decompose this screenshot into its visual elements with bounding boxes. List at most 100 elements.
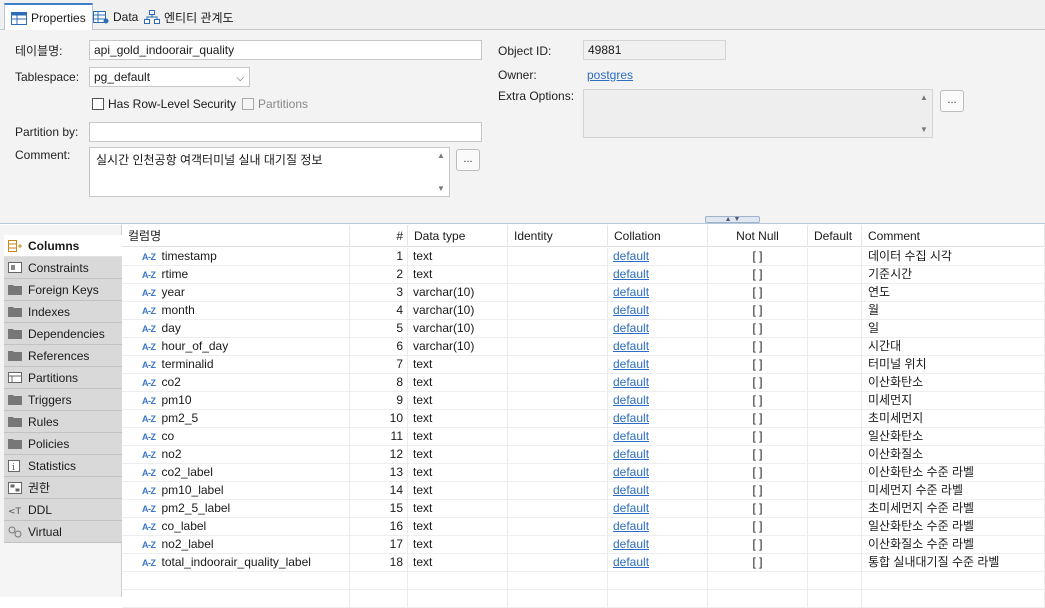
cell-identity[interactable] — [508, 284, 608, 302]
header-col-collation[interactable]: Collation — [608, 225, 708, 247]
cell-not-null[interactable]: [ ] — [708, 446, 808, 464]
cell-collation[interactable] — [608, 572, 708, 590]
cell-data-type[interactable]: varchar(10) — [408, 284, 508, 302]
cell-collation[interactable]: default — [608, 284, 708, 302]
cell-default[interactable] — [808, 320, 862, 338]
cell-identity[interactable] — [508, 392, 608, 410]
sidebar-item-권한[interactable]: 권한 — [4, 477, 122, 499]
cell-num[interactable]: 5 — [350, 320, 408, 338]
scroll-down-icon[interactable]: ▼ — [917, 125, 931, 134]
cell-num[interactable]: 9 — [350, 392, 408, 410]
cell-comment[interactable]: 이산화탄소 — [862, 374, 1045, 392]
cell-identity[interactable] — [508, 320, 608, 338]
cell-data-type[interactable] — [408, 572, 508, 590]
cell-num[interactable]: 12 — [350, 446, 408, 464]
cell-not-null[interactable] — [708, 590, 808, 608]
cell-name[interactable]: A-Z hour_of_day — [122, 338, 350, 356]
header-col-data-type[interactable]: Data type — [408, 225, 508, 247]
cell-not-null[interactable]: [ ] — [708, 392, 808, 410]
table-row[interactable]: A-Z no2_label 17 text default [ ] 이산화질소 수준 라벨 — [122, 536, 1045, 554]
sidebar-item-virtual[interactable]: Virtual — [4, 521, 122, 543]
cell-not-null[interactable]: [ ] — [708, 518, 808, 536]
cell-collation[interactable]: default — [608, 428, 708, 446]
cell-comment[interactable]: 일 — [862, 320, 1045, 338]
cell-default[interactable] — [808, 464, 862, 482]
tab-properties[interactable]: Properties — [4, 3, 93, 31]
cell-collation[interactable]: default — [608, 320, 708, 338]
cell-data-type[interactable]: text — [408, 356, 508, 374]
extra-options-textarea[interactable]: ▲ ▼ — [583, 89, 933, 138]
table-row[interactable]: A-Z total_indoorair_quality_label 18 text de… — [122, 554, 1045, 572]
cell-not-null[interactable]: [ ] — [708, 500, 808, 518]
cell-default[interactable] — [808, 392, 862, 410]
cell-comment[interactable]: 일산화탄소 수준 라벨 — [862, 518, 1045, 536]
cell-name[interactable] — [122, 590, 350, 608]
cell-data-type[interactable]: text — [408, 482, 508, 500]
cell-default[interactable] — [808, 482, 862, 500]
cell-default[interactable] — [808, 518, 862, 536]
cell-not-null[interactable]: [ ] — [708, 554, 808, 572]
cell-name[interactable]: A-Z rtime — [122, 266, 350, 284]
cell-default[interactable] — [808, 536, 862, 554]
owner-link[interactable]: postgres — [587, 68, 633, 82]
table-row[interactable]: A-Z month 4 varchar(10) default [ ] 월 — [122, 302, 1045, 320]
cell-comment[interactable]: 연도 — [862, 284, 1045, 302]
cell-collation[interactable]: default — [608, 248, 708, 266]
table-row[interactable]: A-Z co_label 16 text default [ ] 일산화탄소 수준 라벨 — [122, 518, 1045, 536]
table-row[interactable]: A-Z rtime 2 text default [ ] 기준시간 — [122, 266, 1045, 284]
cell-not-null[interactable]: [ ] — [708, 338, 808, 356]
collation-link[interactable]: default — [613, 321, 649, 335]
cell-not-null[interactable]: [ ] — [708, 482, 808, 500]
cell-num[interactable]: 15 — [350, 500, 408, 518]
cell-num[interactable]: 7 — [350, 356, 408, 374]
cell-data-type[interactable]: varchar(10) — [408, 338, 508, 356]
table-row[interactable]: A-Z timestamp 1 text default [ ] 데이터 수집 시각 — [122, 248, 1045, 266]
cell-default[interactable] — [808, 266, 862, 284]
collation-link[interactable]: default — [613, 285, 649, 299]
collation-link[interactable]: default — [613, 519, 649, 533]
cell-name[interactable] — [122, 572, 350, 590]
collation-link[interactable]: default — [613, 357, 649, 371]
collation-link[interactable]: default — [613, 393, 649, 407]
cell-identity[interactable] — [508, 464, 608, 482]
cell-num[interactable]: 8 — [350, 374, 408, 392]
tab-entity-diagram[interactable]: 엔티티 관계도 — [137, 3, 241, 30]
cell-name[interactable]: A-Z pm10_label — [122, 482, 350, 500]
cell-num[interactable]: 4 — [350, 302, 408, 320]
cell-collation[interactable]: default — [608, 518, 708, 536]
cell-comment[interactable]: 초미세먼지 — [862, 410, 1045, 428]
cell-data-type[interactable]: text — [408, 248, 508, 266]
cell-not-null[interactable]: [ ] — [708, 356, 808, 374]
cell-collation[interactable]: default — [608, 410, 708, 428]
cell-default[interactable] — [808, 572, 862, 590]
cell-not-null[interactable]: [ ] — [708, 410, 808, 428]
cell-not-null[interactable]: [ ] — [708, 374, 808, 392]
cell-comment[interactable]: 통합 실내대기질 수준 라벨 — [862, 554, 1045, 572]
cell-name[interactable]: A-Z terminalid — [122, 356, 350, 374]
cell-num[interactable]: 11 — [350, 428, 408, 446]
cell-data-type[interactable]: text — [408, 554, 508, 572]
cell-not-null[interactable]: [ ] — [708, 302, 808, 320]
cell-identity[interactable] — [508, 554, 608, 572]
cell-default[interactable] — [808, 302, 862, 320]
header-col-identity[interactable]: Identity — [508, 225, 608, 247]
table-row[interactable]: A-Z co2 8 text default [ ] 이산화탄소 — [122, 374, 1045, 392]
cell-data-type[interactable]: text — [408, 428, 508, 446]
cell-collation[interactable]: default — [608, 482, 708, 500]
cell-num[interactable]: 10 — [350, 410, 408, 428]
cell-num[interactable] — [350, 572, 408, 590]
cell-name[interactable]: A-Z no2_label — [122, 536, 350, 554]
tablespace-select[interactable]: pg_default ⌵ — [89, 67, 250, 87]
cell-name[interactable]: A-Z co_label — [122, 518, 350, 536]
splitter-toggle-icon[interactable]: ▲ ▼ — [705, 216, 760, 223]
extra-options-scrollbar[interactable]: ▲ ▼ — [917, 91, 931, 136]
cell-name[interactable]: A-Z year — [122, 284, 350, 302]
sidebar-item-ddl[interactable]: <T DDL — [4, 499, 122, 521]
cell-name[interactable]: A-Z co2 — [122, 374, 350, 392]
table-row[interactable]: A-Z year 3 varchar(10) default [ ] 연도 — [122, 284, 1045, 302]
cell-num[interactable]: 13 — [350, 464, 408, 482]
collation-link[interactable]: default — [613, 375, 649, 389]
cell-data-type[interactable]: varchar(10) — [408, 320, 508, 338]
cell-num[interactable]: 3 — [350, 284, 408, 302]
sidebar-item-dependencies[interactable]: Dependencies — [4, 323, 122, 345]
